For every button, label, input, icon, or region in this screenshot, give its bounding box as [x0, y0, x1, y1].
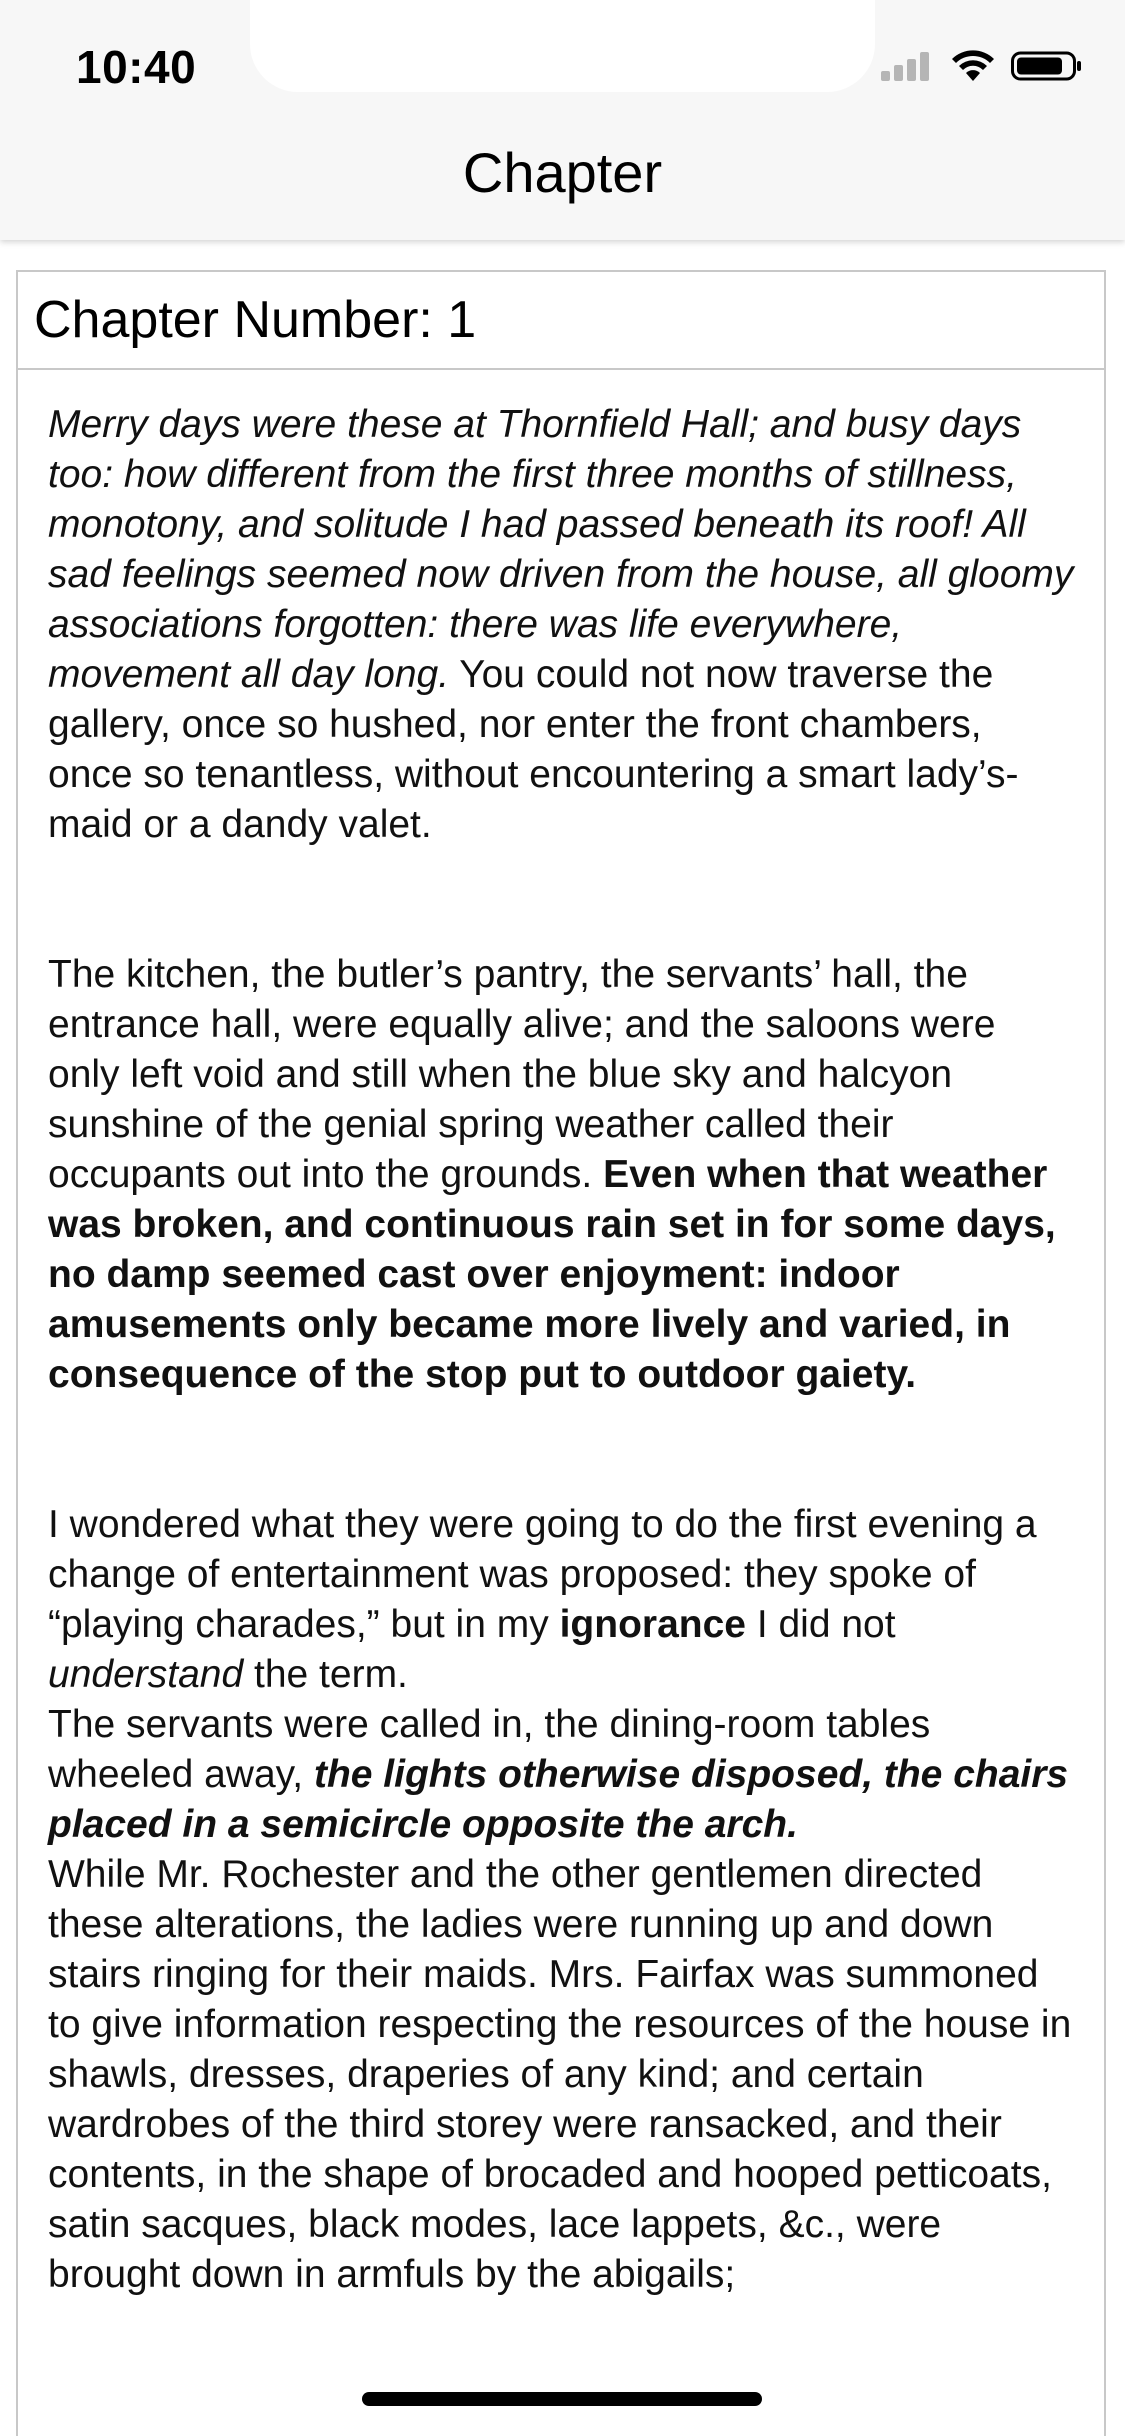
paragraph-3: I wondered what they were going to do th…: [48, 1500, 1074, 2300]
paragraph-2: The kitchen, the butler’s pantry, the se…: [48, 950, 1074, 1400]
battery-icon: [1011, 50, 1083, 87]
paragraph-3-s2: I did not: [756, 1603, 896, 1646]
navigation-header: 10:40 Chapter: [0, 0, 1125, 240]
paragraph-3-s3: the term.: [254, 1653, 408, 1696]
paragraph-3-italic: understand: [48, 1653, 244, 1696]
paragraph-3-s5: While Mr. Rochester and the other gentle…: [48, 1853, 1072, 2296]
status-icons: [879, 50, 1083, 87]
wifi-icon: [951, 50, 995, 87]
status-time: 10:40: [76, 41, 197, 93]
screen: 10:40 Chapter Chapter Number: 1 Merry da…: [0, 0, 1125, 2436]
cellular-signal-icon: [879, 51, 935, 86]
chapter-card: Chapter Number: 1 Merry days were these …: [16, 270, 1106, 2436]
home-indicator[interactable]: [362, 2392, 762, 2406]
paragraph-3-bold: ignorance: [559, 1603, 746, 1646]
chapter-number-label: Chapter Number: 1: [18, 272, 1104, 370]
paragraph-1: Merry days were these at Thornfield Hall…: [48, 400, 1074, 850]
chapter-text: Merry days were these at Thornfield Hall…: [18, 370, 1104, 2300]
device-notch: [250, 0, 875, 92]
page-title: Chapter: [462, 141, 663, 204]
